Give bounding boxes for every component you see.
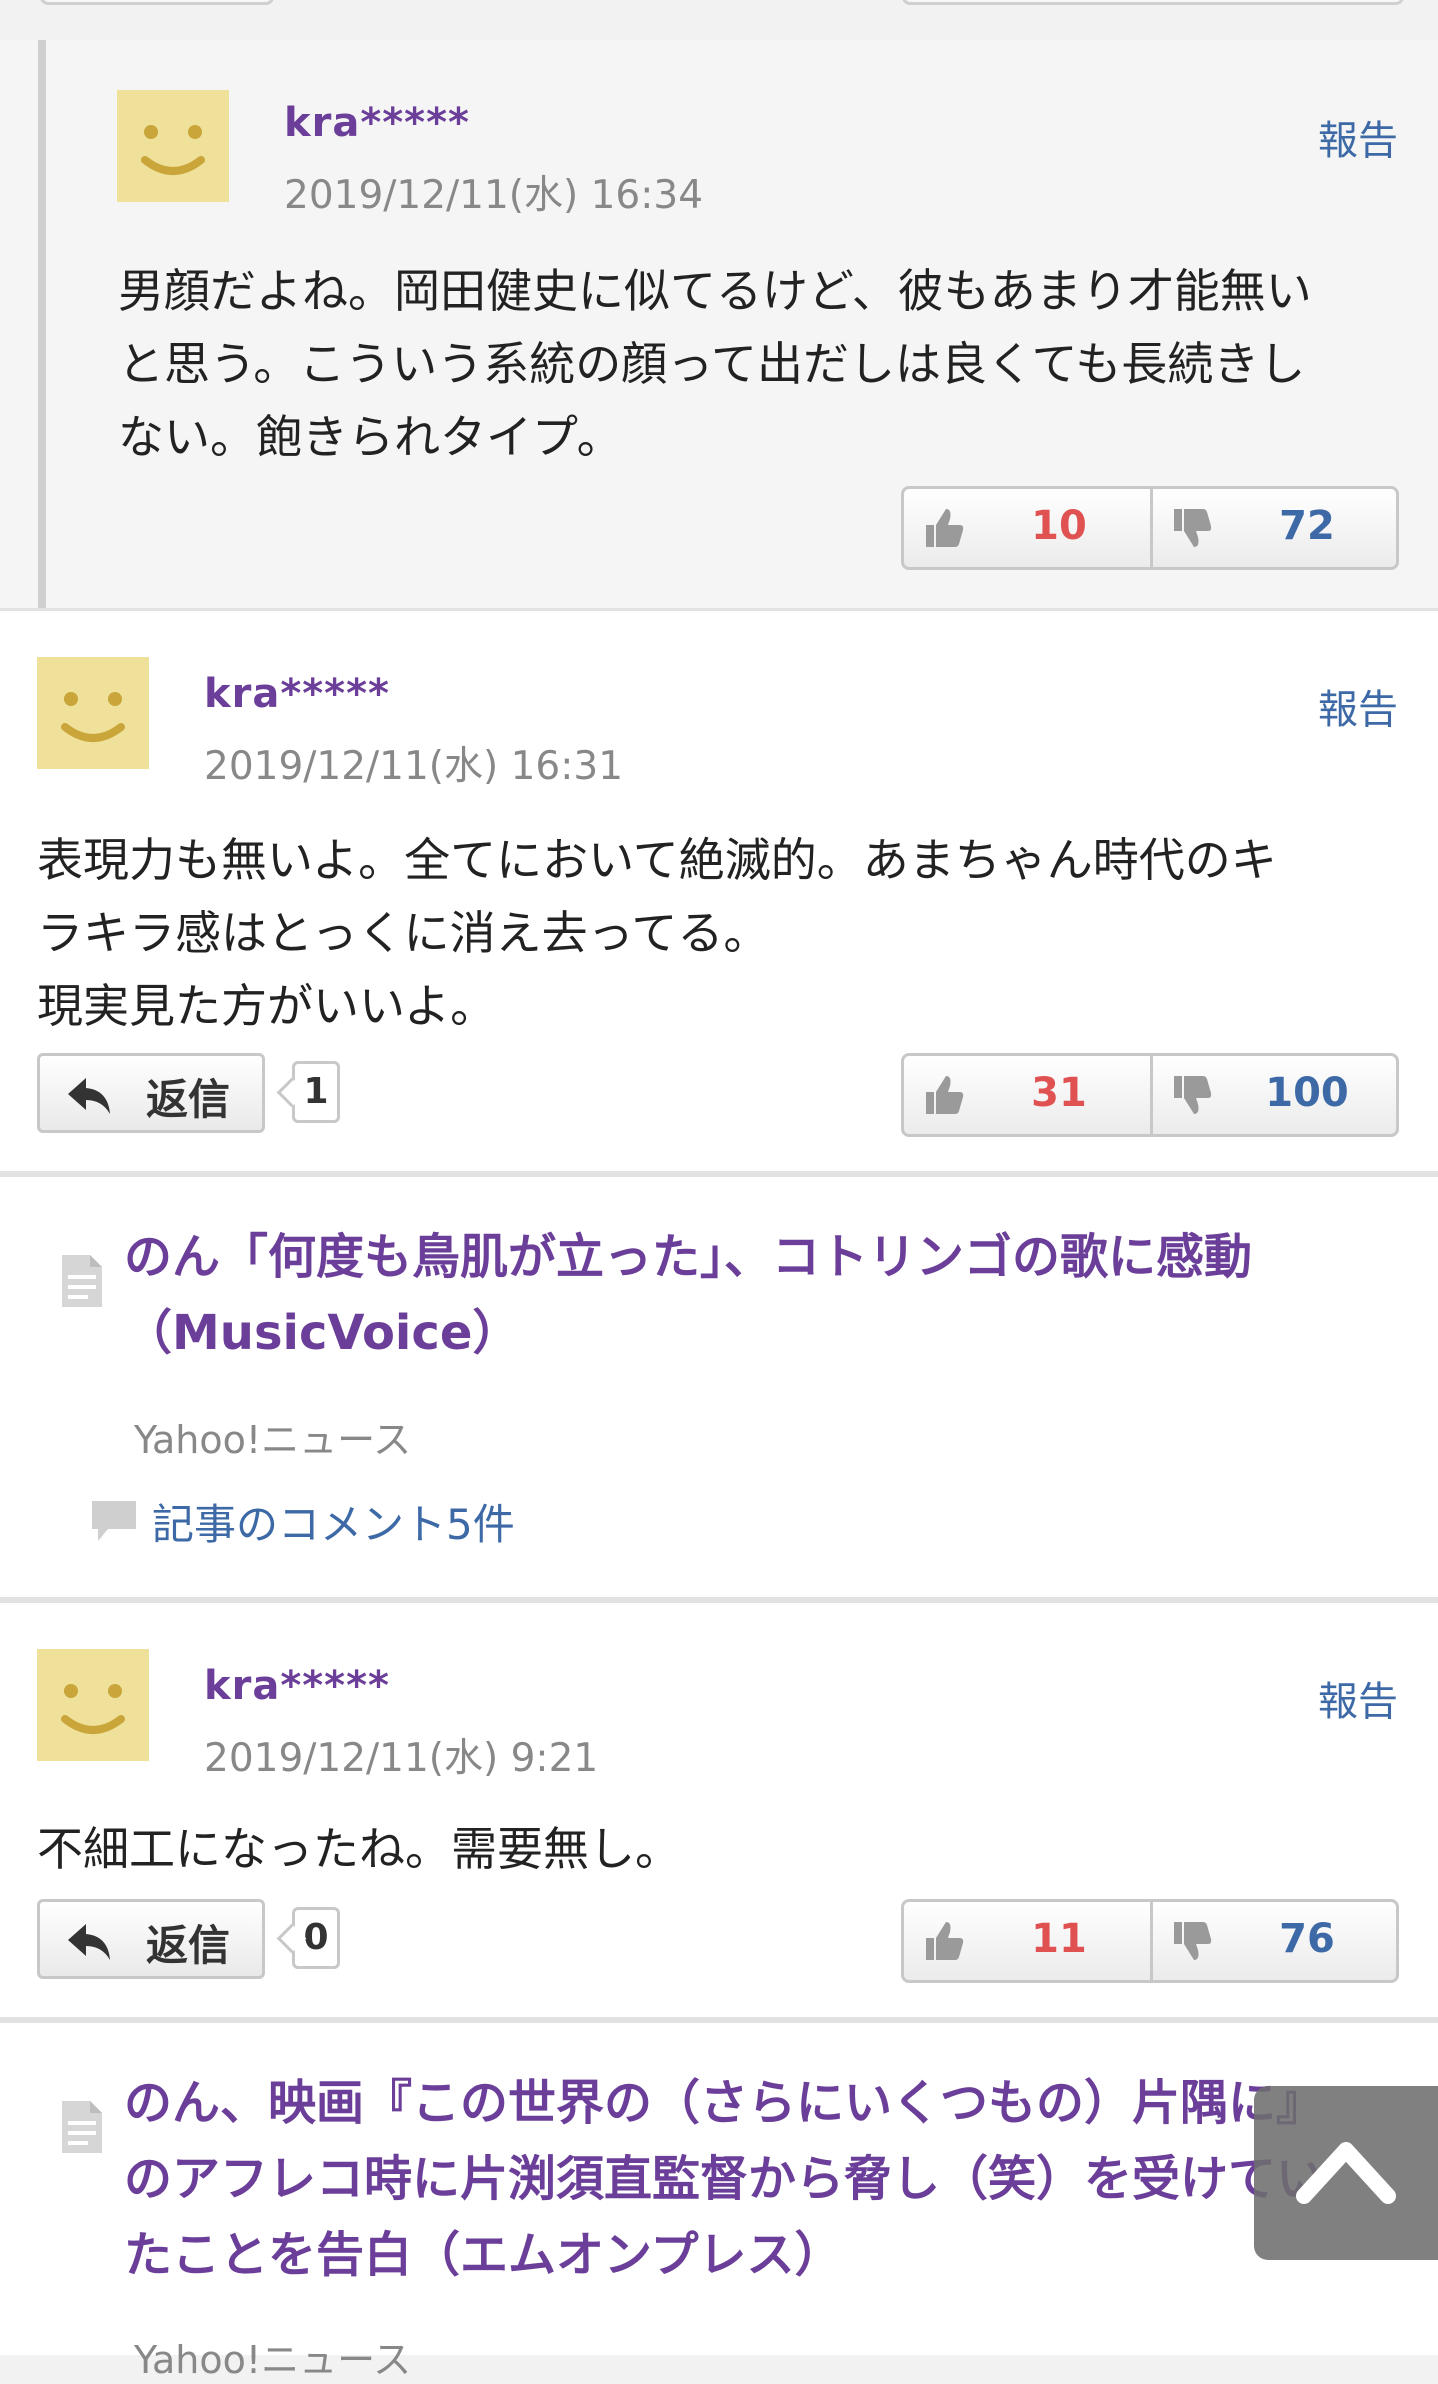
dislike-count[interactable]: 76 [1222,1916,1392,1962]
smiley-face-icon [61,692,125,742]
reply-label: 返信 [146,1075,231,1124]
document-icon [62,2101,102,2153]
reply-arrow-icon [68,1924,110,1960]
thumbs-up-icon[interactable] [920,1918,966,1964]
scroll-to-top-button[interactable] [1254,2086,1438,2260]
previous-reply-button[interactable] [40,0,274,5]
related-article-card[interactable]: のん、映画『この世界の（さらにいくつもの）片隅に』 のアフレコ時に片渕須直監督か… [0,2020,1438,2382]
vote-divider [1150,489,1153,567]
smiley-face-icon [141,125,205,175]
thumbs-down-icon[interactable] [1168,1918,1214,1964]
article-title[interactable]: のん、映画『この世界の（さらにいくつもの）片隅に』 のアフレコ時に片渕須直監督か… [124,2065,1424,2293]
comment-body: 男顔だよね。岡田健史に似てるけど、彼もあまり才能無い と思う。こういう系統の顔っ… [118,264,1312,464]
like-count[interactable]: 11 [974,1916,1144,1962]
reply-count[interactable]: 0 [292,1907,340,1969]
like-count[interactable]: 10 [974,503,1144,549]
avatar[interactable] [117,90,229,202]
timestamp: 2019/12/11(水) 16:34 [284,173,704,218]
timestamp: 2019/12/11(水) 9:21 [204,1736,599,1781]
report-link[interactable]: 報告 [1318,677,1398,735]
comment-card: kra***** 2019/12/11(水) 16:31 報告 表現力も無いよ。… [0,608,1438,1174]
comment-body: 表現力も無いよ。全てにおいて絶滅的。あまちゃん時代のキ ラキラ感はとっくに消え去… [37,833,1277,1033]
reply-button[interactable]: 返信 [37,1053,265,1133]
comment-card: kra***** 2019/12/11(水) 9:21 報告 不細工になったね。… [0,1600,1438,2020]
thumbs-down-icon[interactable] [1168,1072,1214,1118]
vote-buttons: 10 72 [901,486,1399,570]
reply-label: 返信 [146,1921,231,1970]
username[interactable]: kra***** [204,1663,390,1709]
article-comments-link[interactable]: 記事のコメント5件 [152,1491,515,1552]
dislike-count[interactable]: 100 [1222,1070,1392,1116]
thumbs-up-icon[interactable] [920,505,966,551]
vote-divider [1150,1056,1153,1134]
thumbs-down-icon[interactable] [1168,505,1214,551]
document-icon [62,1255,102,1307]
comment-bubble-icon [92,1501,136,1541]
previous-vote-buttons[interactable] [902,0,1404,5]
smiley-face-icon [61,1684,125,1734]
vote-buttons: 11 76 [901,1899,1399,1983]
related-article-card[interactable]: のん「何度も鳥肌が立った」、コトリンゴの歌に感動 （MusicVoice） Ya… [0,1174,1438,1600]
comment-body: 不細工になったね。需要無し。 [37,1822,681,1876]
vote-divider [1150,1902,1153,1980]
thumbs-up-icon[interactable] [920,1072,966,1118]
vote-buttons: 31 100 [901,1053,1399,1137]
like-count[interactable]: 31 [974,1070,1144,1116]
reply-button[interactable]: 返信 [37,1899,265,1979]
previous-card-bottom [0,0,1438,40]
chevron-up-icon [1296,2142,1396,2204]
timestamp: 2019/12/11(水) 16:31 [204,744,624,789]
avatar[interactable] [37,657,149,769]
reply-count[interactable]: 1 [292,1061,340,1123]
report-link[interactable]: 報告 [1318,108,1398,166]
comment-card-reply: kra***** 2019/12/11(水) 16:34 報告 男顔だよね。岡田… [0,40,1438,608]
dislike-count[interactable]: 72 [1222,503,1392,549]
article-source: Yahoo!ニュース [134,2338,412,2382]
article-source: Yahoo!ニュース [134,1418,412,1462]
username[interactable]: kra***** [284,100,470,146]
avatar[interactable] [37,1649,149,1761]
username[interactable]: kra***** [204,671,390,717]
article-title[interactable]: のん「何度も鳥肌が立った」、コトリンゴの歌に感動 （MusicVoice） [124,1219,1414,1371]
reply-indent-bar [38,40,46,608]
report-link[interactable]: 報告 [1318,1669,1398,1727]
reply-arrow-icon [68,1078,110,1114]
